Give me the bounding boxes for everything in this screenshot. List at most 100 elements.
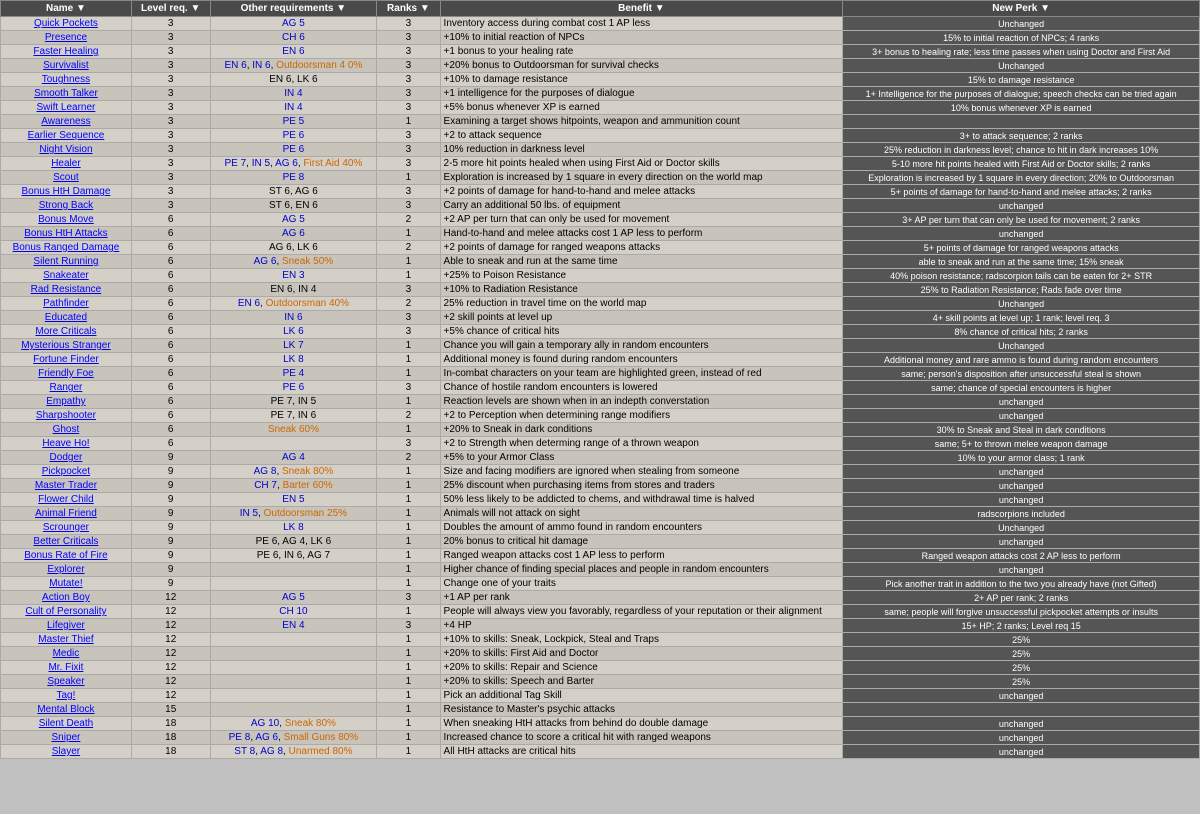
perk-name[interactable]: Awareness (1, 115, 132, 129)
perk-name[interactable]: Toughness (1, 73, 132, 87)
perk-benefit: +5% bonus whenever XP is earned (440, 101, 843, 115)
perk-new: 5+ points of damage for ranged weapons a… (843, 241, 1200, 255)
perk-name[interactable]: Sniper (1, 731, 132, 745)
perk-benefit: Increased chance to score a critical hit… (440, 731, 843, 745)
perk-new: 8% chance of critical hits; 2 ranks (843, 325, 1200, 339)
perk-name[interactable]: Night Vision (1, 143, 132, 157)
perk-ranks: 1 (377, 549, 440, 563)
perk-benefit: Carry an additional 50 lbs. of equipment (440, 199, 843, 213)
perk-name[interactable]: Rad Resistance (1, 283, 132, 297)
perk-name[interactable]: Bonus Rate of Fire (1, 549, 132, 563)
perk-name[interactable]: Cult of Personality (1, 605, 132, 619)
table-row: Bonus Move6AG 52+2 AP per turn that can … (1, 213, 1200, 227)
perk-name[interactable]: Earlier Sequence (1, 129, 132, 143)
perk-name[interactable]: More Criticals (1, 325, 132, 339)
perk-new: same; person's disposition after unsucce… (843, 367, 1200, 381)
col-header-ranks[interactable]: Ranks ▼ (377, 1, 440, 17)
perk-name[interactable]: Better Criticals (1, 535, 132, 549)
table-row: Dodger9AG 42+5% to your Armor Class10% t… (1, 451, 1200, 465)
perk-new: Unchanged (843, 521, 1200, 535)
perk-ranks: 1 (377, 675, 440, 689)
perk-name[interactable]: Mutate! (1, 577, 132, 591)
perk-benefit: Chance of hostile random encounters is l… (440, 381, 843, 395)
perk-name[interactable]: Bonus Move (1, 213, 132, 227)
perk-ranks: 3 (377, 283, 440, 297)
perk-name[interactable]: Presence (1, 31, 132, 45)
col-header-name[interactable]: Name ▼ (1, 1, 132, 17)
perk-name[interactable]: Scrounger (1, 521, 132, 535)
perk-name[interactable]: Animal Friend (1, 507, 132, 521)
col-header-reqs[interactable]: Other requirements ▼ (210, 1, 377, 17)
perk-name[interactable]: Pickpocket (1, 465, 132, 479)
perk-name[interactable]: Mysterious Stranger (1, 339, 132, 353)
perk-name[interactable]: Bonus HtH Attacks (1, 227, 132, 241)
perk-name[interactable]: Mental Block (1, 703, 132, 717)
table-row: Survivalist3EN 6, IN 6, Outdoorsman 4 0%… (1, 59, 1200, 73)
perk-new: unchanged (843, 745, 1200, 759)
perk-ranks: 1 (377, 717, 440, 731)
perk-name[interactable]: Ghost (1, 423, 132, 437)
perk-new: unchanged (843, 535, 1200, 549)
col-header-newperk[interactable]: New Perk ▼ (843, 1, 1200, 17)
perk-level: 3 (131, 101, 210, 115)
perk-name[interactable]: Master Trader (1, 479, 132, 493)
perk-new: radscorpions included (843, 507, 1200, 521)
perk-name[interactable]: Flower Child (1, 493, 132, 507)
perk-name[interactable]: Friendly Foe (1, 367, 132, 381)
perk-name[interactable]: Empathy (1, 395, 132, 409)
perk-name[interactable]: Explorer (1, 563, 132, 577)
perk-name[interactable]: Quick Pockets (1, 17, 132, 31)
table-row: Master Trader9CH 7, Barter 60%125% disco… (1, 479, 1200, 493)
col-header-benefit[interactable]: Benefit ▼ (440, 1, 843, 17)
perk-name[interactable]: Ranger (1, 381, 132, 395)
perk-benefit: Doubles the amount of ammo found in rand… (440, 521, 843, 535)
perk-name[interactable]: Bonus HtH Damage (1, 185, 132, 199)
table-row: Bonus HtH Damage3ST 6, AG 63+2 points of… (1, 185, 1200, 199)
perk-name[interactable]: Faster Healing (1, 45, 132, 59)
perk-name[interactable]: Smooth Talker (1, 87, 132, 101)
perk-name[interactable]: Swift Learner (1, 101, 132, 115)
perk-ranks: 3 (377, 129, 440, 143)
perk-new: unchanged (843, 731, 1200, 745)
perk-name[interactable]: Scout (1, 171, 132, 185)
perk-name[interactable]: Medic (1, 647, 132, 661)
perk-reqs: AG 6 (210, 227, 377, 241)
perk-level: 6 (131, 325, 210, 339)
perk-name[interactable]: Strong Back (1, 199, 132, 213)
perk-reqs: LK 8 (210, 521, 377, 535)
perk-reqs (210, 689, 377, 703)
table-row: Rad Resistance6EN 6, IN 43+10% to Radiat… (1, 283, 1200, 297)
perk-benefit: Animals will not attack on sight (440, 507, 843, 521)
perk-name[interactable]: Snakeater (1, 269, 132, 283)
perk-benefit: Chance you will gain a temporary ally in… (440, 339, 843, 353)
perk-reqs: EN 6, IN 6, Outdoorsman 4 0% (210, 59, 377, 73)
perk-name[interactable]: Action Boy (1, 591, 132, 605)
perk-benefit: Additional money is found during random … (440, 353, 843, 367)
perk-name[interactable]: Tag! (1, 689, 132, 703)
perk-name[interactable]: Slayer (1, 745, 132, 759)
table-row: Awareness3PE 51Examining a target shows … (1, 115, 1200, 129)
perk-name[interactable]: Survivalist (1, 59, 132, 73)
perk-name[interactable]: Speaker (1, 675, 132, 689)
perk-reqs: ST 6, AG 6 (210, 185, 377, 199)
perk-name[interactable]: Master Thief (1, 633, 132, 647)
perk-name[interactable]: Healer (1, 157, 132, 171)
perk-name[interactable]: Silent Running (1, 255, 132, 269)
perk-reqs: PE 6, AG 4, LK 6 (210, 535, 377, 549)
perk-name[interactable]: Pathfinder (1, 297, 132, 311)
perk-name[interactable]: Fortune Finder (1, 353, 132, 367)
table-row: Mysterious Stranger6LK 71Chance you will… (1, 339, 1200, 353)
col-header-level[interactable]: Level req. ▼ (131, 1, 210, 17)
perk-name[interactable]: Silent Death (1, 717, 132, 731)
perk-name[interactable]: Heave Ho! (1, 437, 132, 451)
perk-name[interactable]: Sharpshooter (1, 409, 132, 423)
perk-new (843, 115, 1200, 129)
perk-name[interactable]: Dodger (1, 451, 132, 465)
perk-name[interactable]: Mr. Fixit (1, 661, 132, 675)
table-row: Pickpocket9AG 8, Sneak 80%1Size and faci… (1, 465, 1200, 479)
perk-new: 10% to your armor class; 1 rank (843, 451, 1200, 465)
perk-name[interactable]: Educated (1, 311, 132, 325)
perk-name[interactable]: Lifegiver (1, 619, 132, 633)
perk-new: 25% (843, 661, 1200, 675)
perk-name[interactable]: Bonus Ranged Damage (1, 241, 132, 255)
